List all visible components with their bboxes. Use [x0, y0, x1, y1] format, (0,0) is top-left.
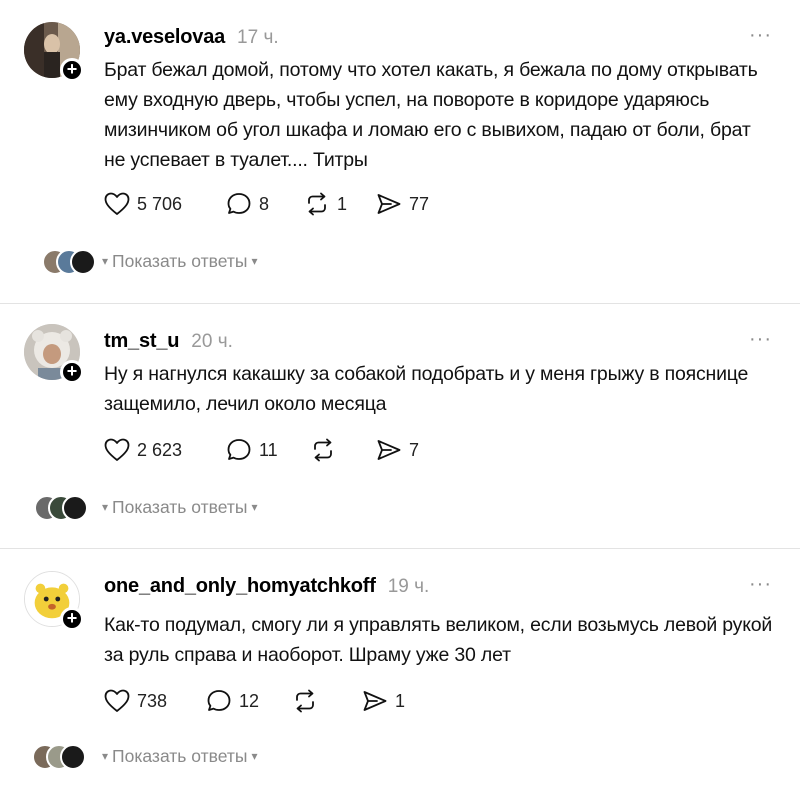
show-replies-button[interactable]: ▾ Показать ответы ▾: [102, 497, 258, 518]
comment-bubble-icon: [207, 690, 231, 711]
share-count: 7: [409, 439, 420, 460]
like-count: 738: [137, 690, 168, 711]
action-bar: 5 706 8 1 77: [104, 192, 429, 216]
like-button[interactable]: 5 706: [104, 192, 226, 216]
show-replies-button[interactable]: ▾ Показать ответы ▾: [102, 746, 258, 767]
share-button[interactable]: 1: [362, 689, 405, 713]
chevron-down-icon: ▾: [251, 749, 258, 763]
chevron-down-icon: ▾: [102, 500, 109, 514]
reply-avatar: [62, 495, 88, 521]
comment-button[interactable]: 12: [206, 689, 292, 713]
follow-plus-icon[interactable]: +: [60, 360, 84, 384]
heart-icon: [104, 438, 130, 461]
action-bar: 738 12 1: [104, 689, 405, 713]
send-icon: [377, 440, 401, 460]
post-header: tm_st_u 20 ч.: [104, 330, 233, 353]
avatar[interactable]: +: [24, 324, 84, 384]
repost-button[interactable]: 1: [304, 192, 376, 216]
comment-bubble-icon: [227, 439, 251, 460]
username[interactable]: ya.veselovaa: [104, 26, 225, 49]
show-replies-label: Показать ответы: [112, 250, 248, 271]
post-header: one_and_only_homyatchkoff 19 ч.: [104, 575, 429, 598]
comment-button[interactable]: 8: [226, 192, 304, 216]
comment-count: 11: [259, 439, 278, 460]
like-count: 2 623: [137, 439, 183, 460]
timestamp: 17 ч.: [237, 27, 279, 48]
comment-count: 8: [259, 193, 270, 214]
repost-icon: [308, 192, 326, 216]
reply-avatars: [28, 743, 92, 770]
repost-icon: [296, 689, 314, 713]
follow-plus-icon[interactable]: +: [60, 58, 84, 82]
post-text: Ну я нагнулся какашку за собакой подобра…: [104, 363, 749, 415]
share-count: 1: [395, 690, 406, 711]
replies-row: ▾ Показать ответы ▾: [28, 248, 258, 275]
repost-icon: [314, 438, 332, 462]
post-text: Как-то подумал, смогу ли я управлять вел…: [104, 614, 773, 666]
share-button[interactable]: 77: [376, 192, 429, 216]
post: + ya.veselovaa 17 ч. ··· Брат бежал домо…: [0, 0, 800, 302]
reply-avatars: [28, 248, 96, 275]
action-bar: 2 623 11 7: [104, 438, 419, 462]
comment-count: 12: [239, 690, 260, 711]
show-replies-button[interactable]: ▾ Показать ответы ▾: [102, 251, 258, 272]
chevron-down-icon: ▾: [102, 254, 109, 268]
like-count: 5 706: [137, 193, 183, 214]
post-text: Брат бежал домой, потому что хотел какат…: [104, 59, 758, 171]
post-header: ya.veselovaa 17 ч.: [104, 26, 279, 49]
replies-row: ▾ Показать ответы ▾: [28, 494, 258, 521]
reply-avatar: [60, 744, 86, 770]
replies-row: ▾ Показать ответы ▾: [28, 743, 258, 770]
chevron-down-icon: ▾: [251, 500, 258, 514]
more-options-icon[interactable]: ···: [749, 573, 772, 596]
comment-bubble-icon: [227, 193, 251, 214]
send-icon: [363, 691, 387, 711]
reply-avatars: [28, 494, 92, 521]
heart-icon: [104, 192, 130, 215]
like-button[interactable]: 2 623: [104, 438, 226, 462]
username[interactable]: one_and_only_homyatchkoff: [104, 575, 376, 598]
show-replies-label: Показать ответы: [112, 496, 248, 517]
more-options-icon[interactable]: ···: [749, 24, 772, 47]
share-count: 77: [409, 193, 430, 214]
avatar[interactable]: +: [24, 22, 84, 82]
repost-button[interactable]: [292, 689, 362, 713]
follow-plus-icon[interactable]: +: [60, 607, 84, 631]
repost-count: 1: [337, 193, 348, 214]
repost-button[interactable]: [310, 438, 376, 462]
chevron-down-icon: ▾: [102, 749, 109, 763]
more-options-icon[interactable]: ···: [749, 328, 772, 351]
timestamp: 20 ч.: [191, 331, 233, 352]
chevron-down-icon: ▾: [251, 254, 258, 268]
avatar[interactable]: +: [24, 571, 84, 631]
timestamp: 19 ч.: [387, 576, 430, 597]
post: + tm_st_u 20 ч. ··· Ну я нагнулся какашк…: [0, 304, 800, 548]
like-button[interactable]: 738: [104, 689, 206, 713]
send-icon: [377, 194, 401, 214]
post: + one_and_only_homyatchkoff 19 ч. ··· Ка…: [0, 549, 800, 800]
reply-avatar: [70, 249, 96, 275]
share-button[interactable]: 7: [376, 438, 419, 462]
comment-button[interactable]: 11: [226, 438, 310, 462]
username[interactable]: tm_st_u: [104, 330, 179, 353]
heart-icon: [104, 689, 130, 712]
show-replies-label: Показать ответы: [112, 745, 248, 766]
